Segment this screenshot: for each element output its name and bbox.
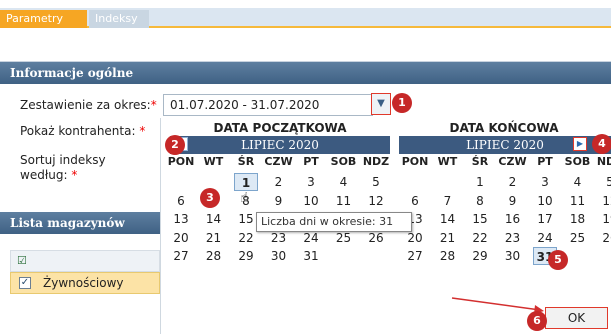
step-badge-4: 4 [592,134,611,154]
pointer-arrow [451,297,544,314]
step-badge-1: 1 [392,93,412,113]
step-badge-6: 6 [527,311,547,331]
step-badge-3: 3 [200,188,220,208]
step-badge-5: 5 [548,250,568,270]
step-badge-2: 2 [165,135,185,155]
